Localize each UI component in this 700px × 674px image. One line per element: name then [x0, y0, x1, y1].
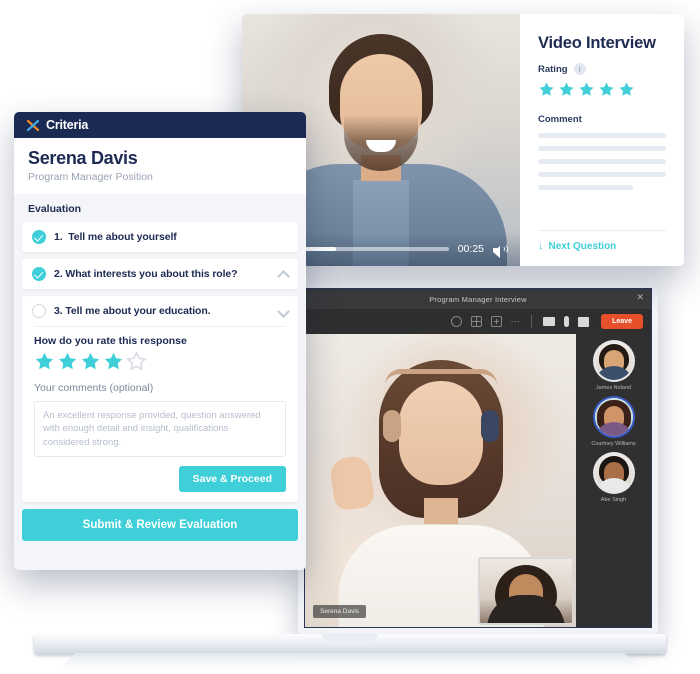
add-person-icon[interactable] [490, 316, 502, 327]
chat-icon[interactable] [450, 316, 462, 327]
app-header: Criteria [14, 112, 306, 138]
submit-review-evaluation-button[interactable]: Submit & Review Evaluation [22, 509, 298, 542]
close-icon[interactable]: ✕ [636, 293, 644, 302]
arrow-down-icon: ↓ [538, 240, 544, 252]
info-icon[interactable]: i [573, 63, 586, 75]
more-options-icon[interactable]: ⋯ [511, 317, 521, 326]
rating-prompt: How do you rate this response [34, 335, 187, 347]
rating-row: Rating i [538, 63, 666, 75]
video-timestamp: 00:25 [457, 243, 484, 255]
list-item[interactable]: Abe Singh [576, 452, 651, 503]
question-body: How do you rate this response Your comme… [22, 326, 298, 502]
comment-placeholder-line [538, 146, 666, 151]
check-icon [32, 230, 46, 244]
main-video-feed: Serena Davis [305, 334, 576, 627]
question-card[interactable]: 2. What interests you about this role? [22, 259, 298, 289]
next-question-button[interactable]: ↓ Next Question [538, 231, 666, 253]
headphone-left [382, 410, 401, 443]
evaluation-panel: Criteria Serena Davis Program Manager Po… [14, 112, 306, 570]
next-question-label: Next Question [548, 241, 617, 252]
waving-hand [328, 454, 376, 512]
save-and-proceed-button[interactable]: Save & Proceed [178, 466, 286, 493]
call-window-title: Program Manager Interview [429, 294, 527, 304]
grid-view-icon[interactable] [470, 316, 482, 327]
participant-neck [423, 498, 458, 525]
rating-label: Rating [538, 63, 568, 75]
avatar [592, 452, 635, 494]
check-icon [32, 267, 46, 281]
section-title: Evaluation [28, 203, 82, 215]
rating-stars-input[interactable] [34, 351, 286, 372]
comments-label: Your comments (optional) [34, 382, 286, 394]
volume-icon[interactable] [493, 243, 508, 258]
laptop-device: Program Manager Interview ✕ ⋯ Leave Sere… [298, 282, 658, 634]
question-number: 1. [54, 231, 63, 243]
question-text: Tell me about your education. [65, 305, 211, 317]
call-window-titlebar: Program Manager Interview ✕ [305, 289, 651, 309]
participant-list: James Noland Courtney Williams Abe Singh [576, 334, 651, 627]
save-row: Save & Proceed [34, 466, 286, 493]
call-stage: Serena Davis James Noland Courtney Willi… [305, 334, 651, 627]
microphone-icon[interactable] [564, 316, 570, 327]
chevron-up-icon[interactable] [279, 270, 288, 279]
chevron-down-icon[interactable] [279, 307, 288, 316]
question-number: 2. [54, 268, 63, 280]
participant-face [398, 380, 483, 485]
main-participant-label: Serena Davis [313, 605, 367, 618]
comment-label: Comment [538, 114, 582, 125]
candidate-role: Program Manager Position [28, 171, 153, 183]
criteria-x-logo-icon [26, 118, 41, 133]
laptop-display: Program Manager Interview ✕ ⋯ Leave Sere… [304, 288, 652, 628]
radio-empty-icon [32, 304, 46, 318]
comment-placeholder-line [538, 172, 666, 177]
laptop-foot [58, 653, 642, 669]
brand-name: Criteria [46, 118, 89, 132]
divider [34, 326, 286, 327]
list-item[interactable]: Courtney Williams [576, 396, 651, 447]
call-toolbar: ⋯ Leave [305, 309, 651, 334]
question-card-expanded: 3. Tell me about your education. How do … [22, 296, 298, 503]
avatar [592, 396, 635, 438]
participant-name: James Noland [595, 385, 632, 391]
question-label: 2. What interests you about this role? [54, 268, 271, 280]
participant-name: Abe Singh [600, 497, 627, 503]
question-label: 1. Tell me about yourself [54, 231, 288, 243]
question-card[interactable]: 1. Tell me about yourself [22, 222, 298, 252]
avatar [592, 340, 635, 382]
comments-input[interactable]: An excellent response provided, question… [34, 401, 286, 458]
share-screen-icon[interactable] [578, 316, 590, 327]
question-row[interactable]: 1. Tell me about yourself [22, 222, 298, 252]
question-row[interactable]: 2. What interests you about this role? [22, 259, 298, 289]
question-number: 3. [54, 305, 63, 317]
composite-scene: Program Manager Interview ✕ ⋯ Leave Sere… [0, 0, 700, 674]
question-row[interactable]: 3. Tell me about your education. [22, 296, 298, 326]
question-text: What interests you about this role? [65, 268, 238, 280]
laptop-base [34, 634, 666, 654]
list-item[interactable]: James Noland [576, 340, 651, 391]
video-interview-card: 00:25 Video Interview Rating i Comment ↓… [242, 14, 684, 266]
participant-name: Courtney Williams [591, 441, 636, 447]
comments-optional-text: (optional) [106, 382, 154, 394]
toolbar-divider [531, 315, 533, 328]
rating-stars[interactable] [538, 81, 666, 98]
comment-placeholder-line [538, 185, 633, 190]
candidate-name: Serena Davis [28, 148, 138, 168]
comment-placeholder-line [538, 159, 666, 164]
headphone-right [480, 410, 499, 443]
video-interview-details: Video Interview Rating i Comment ↓ Next … [520, 14, 684, 266]
camera-icon[interactable] [543, 317, 556, 326]
page-title: Video Interview [538, 34, 656, 52]
comments-label-text: Your comments [34, 382, 107, 394]
comment-placeholder-line [538, 133, 666, 138]
leave-call-button[interactable]: Leave [601, 314, 643, 329]
headphone-band [384, 369, 497, 385]
question-text: Tell me about yourself [68, 231, 177, 243]
picture-in-picture-feed[interactable] [478, 557, 574, 625]
candidate-block: Serena Davis Program Manager Position [14, 138, 306, 194]
question-label: 3. Tell me about your education. [54, 305, 271, 317]
